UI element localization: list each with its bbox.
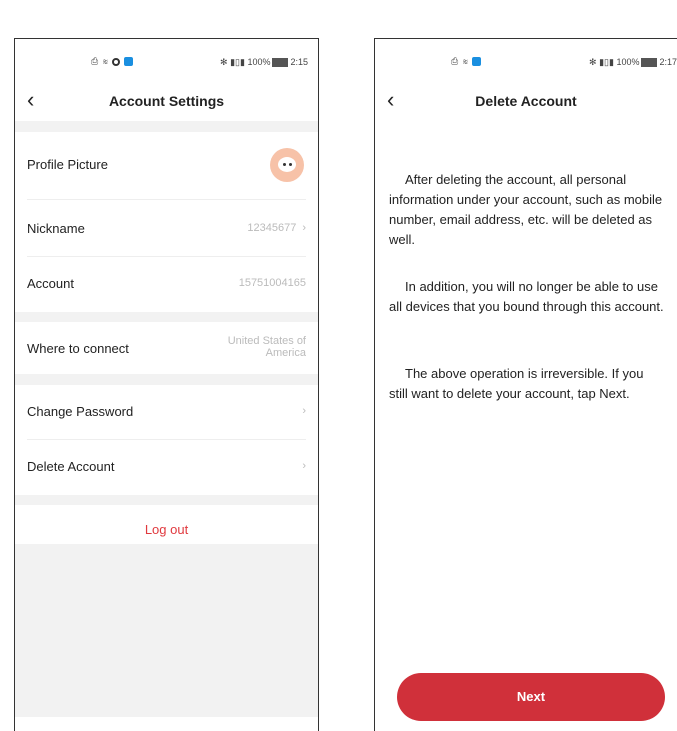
nickname-row[interactable]: Nickname 12345677 › — [15, 202, 318, 257]
avatar-face-icon — [278, 157, 296, 172]
warning-paragraph-2: In addition, you will no longer be able … — [389, 279, 664, 314]
page-title: Delete Account — [475, 93, 577, 109]
battery-icon — [641, 58, 658, 68]
delete-account-label: Delete Account — [27, 459, 115, 474]
where-to-connect-label: Where to connect — [27, 341, 129, 356]
account-label: Account — [27, 276, 74, 291]
chevron-right-icon: › — [302, 405, 306, 417]
vpn-icon — [112, 57, 121, 66]
status-icons-right: ✻ ▮▯▮ 100% 2:17 — [589, 57, 677, 68]
page-title: Account Settings — [108, 93, 225, 109]
section-gap — [15, 495, 318, 505]
divider — [27, 199, 306, 200]
status-time: 2:17 — [659, 57, 677, 67]
status-bar: ⎙ ≋ ✻ ▮▯▮ 100% 2:15 — [15, 39, 318, 69]
delete-account-screen: ⎙ ≋ ✻ ▮▯▮ 100% 2:17 ‹ Delete Account Afte… — [374, 38, 677, 731]
account-value: 15751004165 — [238, 277, 306, 289]
chevron-right-icon: › — [302, 222, 306, 234]
empty-area — [15, 544, 318, 717]
status-icons-right: ✻ ▮▯▮ 100% 2:15 — [220, 57, 308, 68]
nav-bar: ‹ Delete Account — [375, 83, 677, 119]
section-gap — [15, 374, 318, 385]
nickname-value-wrap: 12345677 › — [247, 222, 306, 234]
delete-account-row[interactable]: Delete Account › — [15, 440, 318, 495]
account-settings-screen: ⎙ ≋ ✻ ▮▯▮ 100% 2:15 ‹ Account Settings Pr… — [14, 38, 319, 731]
app-notification-icon — [472, 57, 482, 67]
account-row: Account 15751004165 — [15, 257, 318, 312]
change-password-label: Change Password — [27, 404, 134, 419]
status-bar: ⎙ ≋ ✻ ▮▯▮ 100% 2:17 — [375, 39, 677, 69]
battery-icon — [272, 58, 289, 68]
avatar-eye — [289, 163, 292, 166]
profile-picture-label: Profile Picture — [27, 157, 108, 172]
where-to-connect-value: United States of America — [227, 335, 306, 359]
nickname-value: 12345677 — [247, 222, 297, 234]
status-icons-left: ⎙ ≋ — [451, 56, 482, 67]
avatar-eye — [283, 163, 286, 166]
avatar[interactable] — [270, 148, 304, 182]
section-gap — [15, 121, 318, 132]
nav-bar: ‹ Account Settings — [15, 83, 318, 119]
logout-button[interactable]: Log out — [145, 522, 188, 537]
change-password-row[interactable]: Change Password › — [15, 385, 318, 440]
warning-paragraph-3: The above operation is irreversible. If … — [389, 366, 644, 401]
where-to-connect-row[interactable]: Where to connect United States of Americ… — [15, 322, 318, 374]
profile-picture-row[interactable]: Profile Picture — [15, 132, 318, 199]
warning-paragraph-1: After deleting the account, all personal… — [389, 172, 663, 247]
nickname-label: Nickname — [27, 221, 85, 236]
app-notification-icon — [123, 57, 133, 67]
status-icons-left: ⎙ ≋ — [91, 56, 133, 67]
status-time: 2:15 — [290, 57, 308, 67]
chevron-right-icon: › — [302, 460, 306, 472]
next-button[interactable]: Next — [397, 673, 665, 721]
section-gap — [15, 312, 318, 322]
